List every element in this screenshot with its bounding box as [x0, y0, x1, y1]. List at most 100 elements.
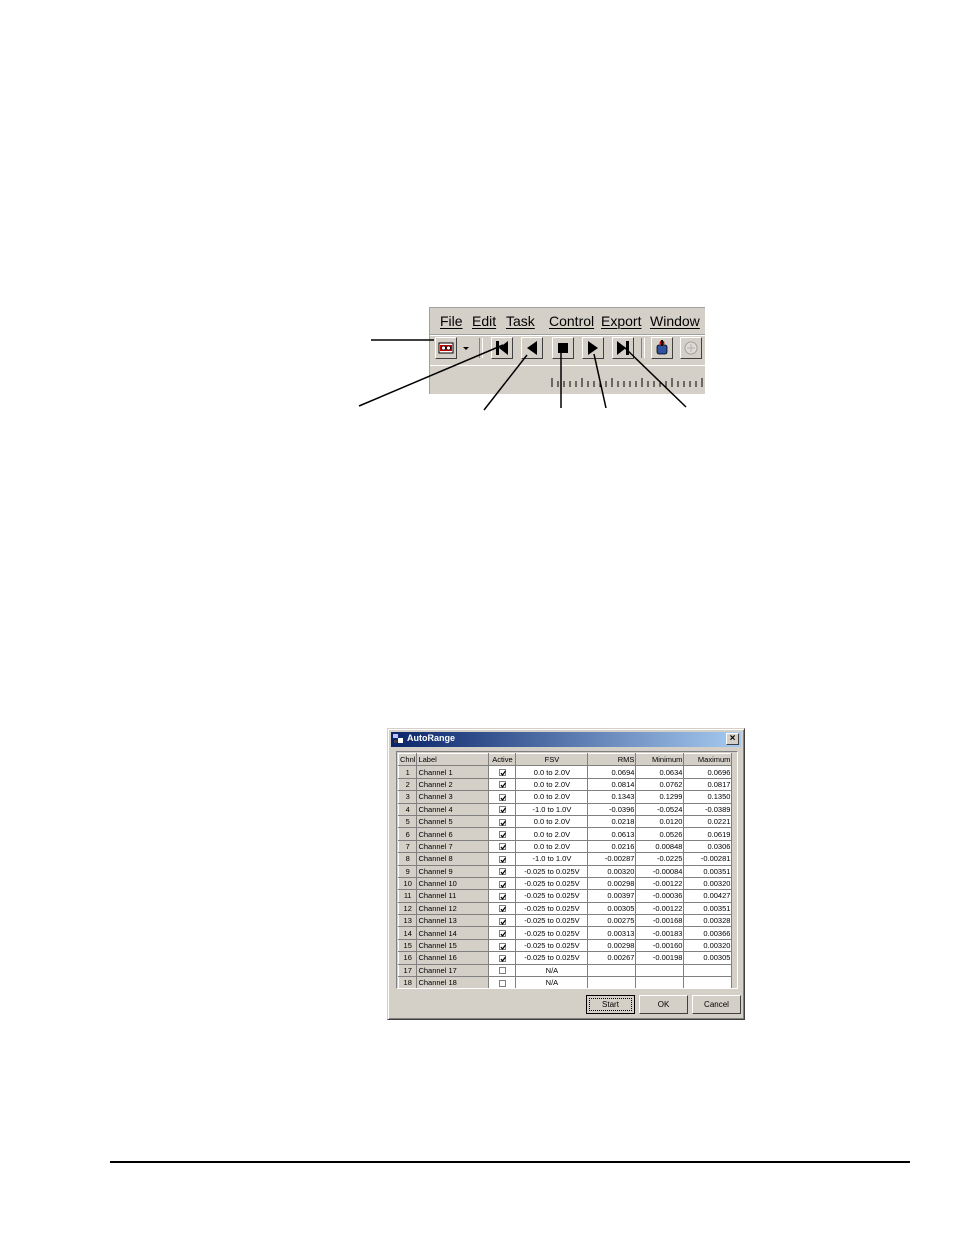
cell-active[interactable]	[488, 839, 517, 854]
table-row[interactable]: 14 Channel 14 -0.025 to 0.025V 0.00313 -0.00…	[397, 926, 733, 940]
cell-fsv[interactable]: -0.025 to 0.025V	[515, 938, 589, 953]
cell-label[interactable]: Channel 14	[416, 926, 490, 940]
table-row[interactable]: 17 Channel 17 N/A	[397, 963, 733, 978]
active-checkbox[interactable]	[498, 880, 506, 888]
menu-file[interactable]: File	[440, 313, 463, 329]
cell-label[interactable]: Channel 13	[416, 914, 490, 928]
cell-label[interactable]: Channel 8	[416, 852, 490, 866]
active-checkbox[interactable]	[498, 967, 506, 975]
menu-control[interactable]: Control	[549, 313, 594, 329]
record-dropdown[interactable]	[459, 337, 473, 359]
cell-fsv[interactable]: N/A	[515, 976, 589, 988]
column-header-active[interactable]: Active	[488, 752, 517, 767]
active-checkbox[interactable]	[498, 793, 506, 801]
cell-active[interactable]	[488, 926, 517, 940]
table-row[interactable]: 4 Channel 4 -1.0 to 1.0V -0.0396 -0.0524 -0.0…	[397, 802, 733, 816]
cell-label[interactable]: Channel 4	[416, 802, 490, 816]
active-checkbox[interactable]	[498, 905, 506, 913]
table-row[interactable]: 12 Channel 12 -0.025 to 0.025V 0.00305 -0.00…	[397, 901, 733, 916]
stop-button[interactable]	[552, 337, 574, 359]
active-checkbox[interactable]	[498, 806, 506, 814]
menu-export[interactable]: Export	[601, 313, 641, 329]
cell-label[interactable]: Channel 9	[416, 864, 490, 878]
table-row[interactable]: 18 Channel 18 N/A	[397, 976, 733, 988]
active-checkbox[interactable]	[498, 818, 506, 826]
cell-active[interactable]	[488, 802, 517, 816]
column-header-fsv[interactable]: FSV	[515, 752, 589, 767]
table-row[interactable]: 1 Channel 1 0.0 to 2.0V 0.0694 0.0634 0.0696	[397, 765, 733, 779]
cell-active[interactable]	[488, 901, 517, 916]
cell-active[interactable]	[488, 852, 517, 866]
active-checkbox[interactable]	[498, 930, 506, 938]
table-row[interactable]: 15 Channel 15 -0.025 to 0.025V 0.00298 -0.00…	[397, 938, 733, 953]
table-row[interactable]: 3 Channel 3 0.0 to 2.0V 0.1343 0.1299 0.1350	[397, 790, 733, 804]
cell-fsv[interactable]: 0.0 to 2.0V	[515, 777, 589, 792]
table-row[interactable]: 8 Channel 8 -1.0 to 1.0V -0.00287 -0.0225 -0.…	[397, 852, 733, 866]
cell-fsv[interactable]: 0.0 to 2.0V	[515, 790, 589, 804]
cell-fsv[interactable]: -0.025 to 0.025V	[515, 889, 589, 903]
cell-label[interactable]: Channel 5	[416, 814, 490, 829]
cell-fsv[interactable]: -1.0 to 1.0V	[515, 852, 589, 866]
cell-fsv[interactable]: 0.0 to 2.0V	[515, 839, 589, 854]
active-checkbox[interactable]	[498, 843, 506, 851]
table-row[interactable]: 16 Channel 16 -0.025 to 0.025V 0.00267 -0.00…	[397, 951, 733, 965]
cell-active[interactable]	[488, 790, 517, 804]
table-row[interactable]: 11 Channel 11 -0.025 to 0.025V 0.00397 -0.00…	[397, 889, 733, 903]
cell-fsv[interactable]: -0.025 to 0.025V	[515, 876, 589, 891]
cell-active[interactable]	[488, 976, 517, 988]
skip-to-start-button[interactable]	[491, 337, 513, 359]
cell-label[interactable]: Channel 1	[416, 765, 490, 779]
timeline-ruler[interactable]	[550, 378, 705, 388]
record-button[interactable]	[435, 337, 457, 359]
dialog-titlebar[interactable]: AutoRange ×	[391, 732, 741, 747]
cell-fsv[interactable]: N/A	[515, 963, 589, 978]
cell-active[interactable]	[488, 765, 517, 779]
column-header-label[interactable]: Label	[416, 752, 490, 767]
close-button[interactable]: ×	[726, 733, 739, 745]
column-header-chnl[interactable]: Chnl	[397, 752, 418, 767]
active-checkbox[interactable]	[498, 769, 506, 777]
cell-fsv[interactable]: 0.0 to 2.0V	[515, 827, 589, 841]
cell-active[interactable]	[488, 951, 517, 965]
active-checkbox[interactable]	[498, 781, 506, 789]
table-row[interactable]: 9 Channel 9 -0.025 to 0.025V 0.00320 -0.0008…	[397, 864, 733, 878]
cell-active[interactable]	[488, 864, 517, 878]
cell-label[interactable]: Channel 6	[416, 827, 490, 841]
cancel-button[interactable]: Cancel	[692, 995, 741, 1014]
column-header-minimum[interactable]: Minimum	[635, 752, 685, 767]
cell-label[interactable]: Channel 3	[416, 790, 490, 804]
table-row[interactable]: 7 Channel 7 0.0 to 2.0V 0.0216 0.00848 0.0306	[397, 839, 733, 854]
cell-active[interactable]	[488, 814, 517, 829]
cell-active[interactable]	[488, 963, 517, 978]
table-row[interactable]: 2 Channel 2 0.0 to 2.0V 0.0814 0.0762 0.0817	[397, 777, 733, 792]
cell-label[interactable]: Channel 15	[416, 938, 490, 953]
ok-button[interactable]: OK	[639, 995, 688, 1014]
table-row[interactable]: 10 Channel 10 -0.025 to 0.025V 0.00298 -0.00…	[397, 876, 733, 891]
cell-label[interactable]: Channel 10	[416, 876, 490, 891]
cell-active[interactable]	[488, 777, 517, 792]
menu-edit[interactable]: Edit	[472, 313, 496, 329]
active-checkbox[interactable]	[498, 855, 506, 863]
menu-task[interactable]: Task	[506, 313, 535, 329]
cell-fsv[interactable]: 0.0 to 2.0V	[515, 814, 589, 829]
acquire-button[interactable]	[651, 337, 673, 359]
cell-fsv[interactable]: -0.025 to 0.025V	[515, 864, 589, 878]
cell-label[interactable]: Channel 12	[416, 901, 490, 916]
table-row[interactable]: 6 Channel 6 0.0 to 2.0V 0.0613 0.0526 0.0619	[397, 827, 733, 841]
cell-label[interactable]: Channel 17	[416, 963, 490, 978]
active-checkbox[interactable]	[498, 893, 506, 900]
column-header-rms[interactable]: RMS	[587, 752, 637, 767]
cell-active[interactable]	[488, 938, 517, 953]
cell-label[interactable]: Channel 2	[416, 777, 490, 792]
reverse-play-button[interactable]	[521, 337, 543, 359]
cell-active[interactable]	[488, 889, 517, 903]
active-checkbox[interactable]	[498, 954, 506, 962]
table-row[interactable]: 13 Channel 13 -0.025 to 0.025V 0.00275 -0.00…	[397, 914, 733, 928]
cell-fsv[interactable]: 0.0 to 2.0V	[515, 765, 589, 779]
cell-active[interactable]	[488, 876, 517, 891]
active-checkbox[interactable]	[498, 942, 506, 950]
disabled-tool-button[interactable]	[680, 337, 702, 359]
cell-label[interactable]: Channel 11	[416, 889, 490, 903]
cell-label[interactable]: Channel 7	[416, 839, 490, 854]
active-checkbox[interactable]	[498, 979, 506, 987]
